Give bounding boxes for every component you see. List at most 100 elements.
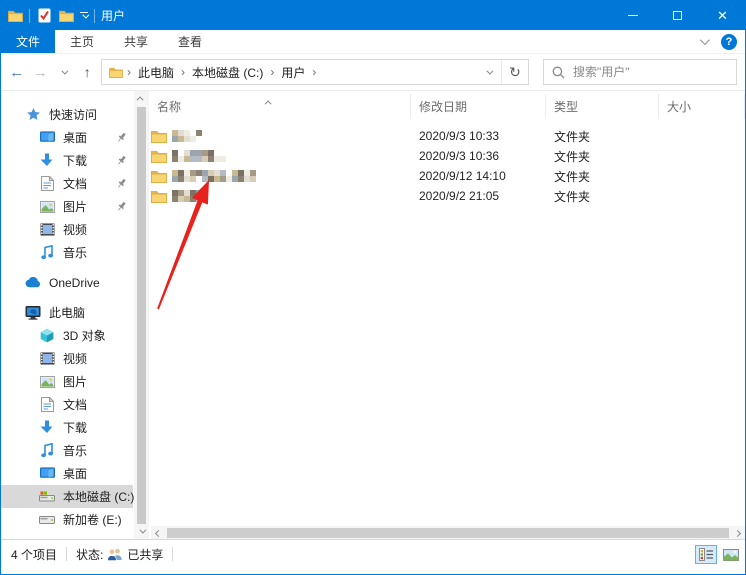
- status-value: 已共享: [127, 546, 163, 563]
- toolbar-separator: [94, 9, 95, 23]
- sidebar-item-label: 音乐: [63, 442, 87, 459]
- new-folder-icon[interactable]: [58, 8, 74, 24]
- column-header[interactable]: 修改日期: [411, 94, 546, 119]
- sidebar-item[interactable]: 音乐: [1, 439, 133, 462]
- sidebar-item[interactable]: 图片: [1, 370, 133, 393]
- redacted-name-mosaic: [172, 130, 202, 142]
- column-header[interactable]: 类型: [546, 94, 659, 119]
- sidebar-item[interactable]: 图片: [1, 195, 133, 218]
- pictures-icon: [39, 199, 55, 215]
- window-folder-icon: [7, 8, 23, 24]
- scroll-right-icon[interactable]: [730, 526, 745, 540]
- recent-locations-chevron-icon[interactable]: [54, 61, 74, 83]
- customize-quick-access-caret-icon[interactable]: [80, 12, 88, 19]
- downloads-icon: [39, 153, 55, 169]
- address-dropdown-chevron-icon[interactable]: [475, 60, 501, 84]
- sidebar-item[interactable]: 文档: [1, 393, 133, 416]
- drive-icon: [39, 512, 55, 528]
- divider: [172, 547, 173, 561]
- 3d-objects-icon: [39, 328, 55, 344]
- file-type-cell: 文件夹: [546, 188, 659, 205]
- up-button[interactable]: ↑: [78, 61, 98, 83]
- tab-file[interactable]: 文件: [1, 30, 55, 53]
- horizontal-scrollbar[interactable]: [151, 526, 745, 540]
- file-row[interactable]: 2020/9/3 10:36文件夹: [149, 146, 745, 166]
- file-type-cell: 文件夹: [546, 168, 659, 185]
- sidebar-item-label: 下载: [63, 152, 87, 169]
- shared-people-icon: [107, 548, 123, 561]
- explorer-window: 用户 ✕ 文件主页共享查看 ? ← → ↑ ›此电脑›本地磁盘 (C:)›用户›…: [0, 0, 746, 575]
- toolbar-separator: [29, 9, 30, 23]
- file-row[interactable]: 2020/9/3 10:33文件夹: [149, 126, 745, 146]
- music-icon: [39, 443, 55, 459]
- file-date-cell: 2020/9/12 14:10: [411, 169, 546, 183]
- minimize-button[interactable]: [610, 1, 655, 30]
- column-header[interactable]: 大小: [659, 94, 745, 119]
- sidebar-item-label: 下载: [63, 419, 87, 436]
- forward-button[interactable]: →: [31, 61, 51, 83]
- title-bar: 用户 ✕: [1, 1, 745, 30]
- sidebar-item[interactable]: 下载: [1, 149, 133, 172]
- sidebar-item[interactable]: 桌面: [1, 462, 133, 485]
- close-button[interactable]: ✕: [700, 1, 745, 30]
- refresh-icon[interactable]: ↻: [502, 60, 528, 84]
- maximize-button[interactable]: [655, 1, 700, 30]
- content-area: 快速访问桌面下载文档图片视频音乐OneDrive此电脑3D 对象视频图片文档下载…: [1, 91, 745, 540]
- sidebar-item[interactable]: 下载: [1, 416, 133, 439]
- redacted-name-mosaic: [172, 170, 256, 182]
- search-input[interactable]: [573, 65, 728, 79]
- sidebar-item[interactable]: 快速访问: [1, 103, 133, 126]
- sidebar-item[interactable]: 音乐: [1, 241, 133, 264]
- sidebar-item[interactable]: 视频: [1, 218, 133, 241]
- expand-ribbon-chevron-icon[interactable]: [700, 35, 710, 45]
- sidebar-item-label: 图片: [63, 373, 87, 390]
- sidebar-item[interactable]: 3D 对象: [1, 324, 133, 347]
- file-row[interactable]: 2020/9/12 14:10文件夹: [149, 166, 745, 186]
- sidebar-item-label: 新加卷 (E:): [63, 511, 122, 528]
- file-row[interactable]: 2020/9/2 21:05文件夹: [149, 186, 745, 206]
- sidebar-item[interactable]: 文档: [1, 172, 133, 195]
- scroll-left-icon[interactable]: [151, 526, 166, 540]
- breadcrumb: ›此电脑›本地磁盘 (C:)›用户›: [102, 64, 475, 81]
- search-icon: [552, 66, 565, 79]
- help-icon[interactable]: ?: [721, 34, 737, 50]
- tab-ribbon[interactable]: 主页: [55, 30, 109, 53]
- sidebar-scrollbar[interactable]: [134, 91, 149, 540]
- navigation-bar: ← → ↑ ›此电脑›本地磁盘 (C:)›用户› ↻: [1, 54, 745, 91]
- breadcrumb-separator-icon: ›: [311, 65, 317, 79]
- column-header[interactable]: 名称: [149, 94, 411, 119]
- sidebar-item-label: 桌面: [63, 129, 87, 146]
- window-controls: ✕: [610, 1, 745, 30]
- scrollbar-thumb[interactable]: [137, 107, 146, 524]
- sidebar-item[interactable]: 本地磁盘 (C:): [1, 485, 133, 508]
- sidebar-item-label: 桌面: [63, 465, 87, 482]
- sidebar-item[interactable]: OneDrive: [1, 271, 133, 294]
- quick-access-star-icon: [25, 107, 41, 123]
- sidebar-item-label: 文档: [63, 396, 87, 413]
- navigation-pane: 快速访问桌面下载文档图片视频音乐OneDrive此电脑3D 对象视频图片文档下载…: [1, 91, 149, 540]
- file-type-cell: 文件夹: [546, 128, 659, 145]
- sidebar-item[interactable]: 视频: [1, 347, 133, 370]
- breadcrumb-item[interactable]: 此电脑: [134, 64, 178, 81]
- tab-ribbon[interactable]: 共享: [109, 30, 163, 53]
- breadcrumb-item[interactable]: 本地磁盘 (C:): [188, 64, 267, 81]
- back-button[interactable]: ←: [7, 61, 27, 83]
- sidebar-item[interactable]: 桌面: [1, 126, 133, 149]
- scrollbar-thumb[interactable]: [167, 528, 729, 538]
- search-box[interactable]: [543, 59, 737, 85]
- tab-ribbon[interactable]: 查看: [163, 30, 217, 53]
- quick-access-toolbar: [1, 8, 95, 24]
- address-bar[interactable]: ›此电脑›本地磁盘 (C:)›用户› ↻: [101, 59, 529, 85]
- file-list-pane: 名称修改日期类型大小 2020/9/3 10:33文件夹2020/9/3 10:…: [149, 91, 745, 540]
- details-view-button[interactable]: [695, 545, 717, 564]
- sidebar-item-label: 本地磁盘 (C:): [63, 488, 134, 505]
- scroll-down-icon[interactable]: [134, 525, 149, 540]
- large-icons-view-button[interactable]: [720, 545, 742, 564]
- sidebar-item[interactable]: 此电脑: [1, 301, 133, 324]
- documents-icon: [39, 176, 55, 192]
- scroll-up-icon[interactable]: [134, 91, 149, 106]
- item-count: 4 个项目: [11, 546, 57, 563]
- sidebar-item[interactable]: 新加卷 (E:): [1, 508, 133, 531]
- properties-icon[interactable]: [36, 8, 52, 24]
- breadcrumb-item[interactable]: 用户: [277, 64, 309, 81]
